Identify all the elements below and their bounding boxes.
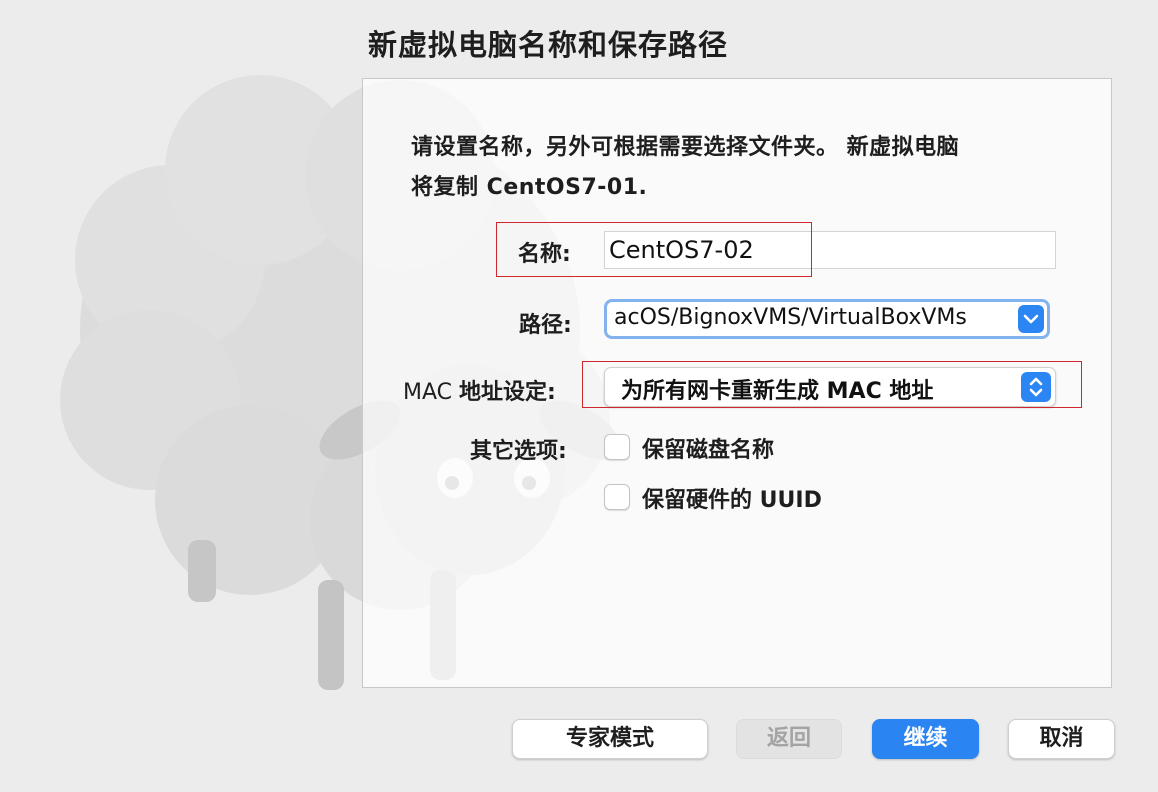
description-prefix: 将复制: [411, 175, 487, 200]
mac-address-label: MAC 地址设定:: [403, 374, 556, 406]
keep-disk-names-label[interactable]: 保留磁盘名称: [642, 432, 774, 464]
dialog-title: 新虚拟电脑名称和保存路径: [368, 28, 729, 62]
name-input[interactable]: [604, 231, 1056, 269]
keep-hardware-uuid-label[interactable]: 保留硬件的 UUID: [642, 482, 822, 514]
mac-label-cjk: 地址设定:: [459, 380, 556, 405]
chevron-down-icon[interactable]: [1018, 305, 1044, 333]
cancel-button[interactable]: 取消: [1008, 719, 1115, 759]
path-label: 路径:: [519, 313, 572, 338]
back-button[interactable]: 返回: [736, 719, 842, 759]
path-value: acOS/BignoxVMS/VirtualBoxVMs: [614, 305, 967, 330]
name-label: 名称:: [518, 242, 571, 267]
keep-disk-names-checkbox[interactable]: [604, 434, 630, 460]
mac-label-latin: MAC: [403, 380, 459, 405]
keep-hardware-uuid-checkbox[interactable]: [604, 484, 630, 510]
description-line-2: 将复制 CentOS7-01.: [411, 168, 1071, 208]
description-line-1: 请设置名称，另外可根据需要选择文件夹。 新虚拟电脑: [411, 135, 960, 160]
other-options-label: 其它选项:: [470, 439, 567, 464]
up-down-chevron-icon[interactable]: [1021, 372, 1051, 402]
path-select[interactable]: acOS/BignoxVMS/VirtualBoxVMs: [604, 299, 1050, 339]
description-suffix: .: [638, 175, 648, 200]
expert-mode-button[interactable]: 专家模式: [512, 719, 708, 759]
source-vm-name: CentOS7-01: [486, 175, 639, 200]
mac-policy-value: 为所有网卡重新生成 MAC 地址: [621, 379, 934, 404]
continue-button[interactable]: 继续: [872, 719, 979, 759]
description-text: 请设置名称，另外可根据需要选择文件夹。 新虚拟电脑 将复制 CentOS7-01…: [411, 128, 1071, 208]
clone-vm-dialog: 新虚拟电脑名称和保存路径 请设置名称，另外可根据需要选择文件夹。 新虚拟电脑 将…: [0, 0, 1158, 792]
mac-address-policy-select[interactable]: 为所有网卡重新生成 MAC 地址: [604, 367, 1056, 407]
